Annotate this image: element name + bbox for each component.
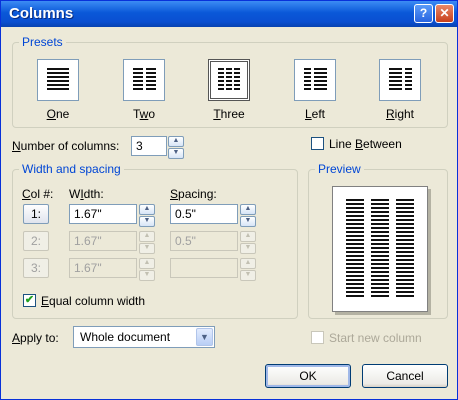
preset-three[interactable]: Three <box>206 59 252 121</box>
number-of-columns-stepper[interactable]: ▲ ▼ <box>168 136 184 159</box>
number-of-columns-label: Number of columns: <box>12 139 120 153</box>
spacing-header: Spacing: <box>170 187 217 201</box>
preset-left-icon[interactable] <box>294 59 336 101</box>
preset-three-label: Three <box>213 107 245 121</box>
spin-down-icon: ▼ <box>240 270 256 281</box>
col-2-spacing-input: 0.5" <box>170 231 238 251</box>
col-1-spacing-stepper[interactable]: ▲ ▼ <box>240 204 256 227</box>
col-1-width-stepper[interactable]: ▲ ▼ <box>139 204 155 227</box>
col-2-button: 2: <box>23 231 49 251</box>
cancel-button[interactable]: Cancel <box>362 364 448 388</box>
col-1-width-input[interactable]: 1.67" <box>69 204 137 224</box>
col-2-spacing-stepper: ▲ ▼ <box>240 231 256 254</box>
presets-group-label: Presets <box>19 35 66 49</box>
help-button[interactable]: ? <box>414 4 433 23</box>
start-new-column-checkbox <box>311 331 324 344</box>
preset-right-label: Right <box>385 107 415 121</box>
spin-down-icon[interactable]: ▼ <box>240 216 256 227</box>
apply-to-value: Whole document <box>80 330 171 344</box>
col-3-spacing-input <box>170 258 238 278</box>
col-number-header: Col #: <box>22 187 54 201</box>
preset-left[interactable]: Left <box>292 59 338 121</box>
line-between-checkbox[interactable] <box>311 137 324 150</box>
spin-up-icon: ▲ <box>240 258 256 269</box>
preset-three-icon[interactable] <box>208 59 250 101</box>
spin-up-icon: ▲ <box>240 231 256 242</box>
apply-to-select[interactable]: Whole document ▼ <box>73 326 215 348</box>
title-bar[interactable]: Columns ? ✕ <box>1 1 457 27</box>
equal-column-width-label[interactable]: Equal column width <box>41 294 145 308</box>
preview-column-3 <box>396 199 414 299</box>
spin-up-icon[interactable]: ▲ <box>168 136 184 147</box>
spin-up-icon: ▲ <box>139 231 155 242</box>
close-button[interactable]: ✕ <box>435 4 454 23</box>
preset-one-label: One <box>46 107 70 121</box>
apply-to-label: Apply to: <box>12 331 59 345</box>
line-between-label[interactable]: Line Between <box>329 137 402 151</box>
preset-right-icon[interactable] <box>379 59 421 101</box>
spin-down-icon[interactable]: ▼ <box>168 148 184 159</box>
start-new-column-label: Start new column <box>329 331 422 345</box>
preset-one[interactable]: One <box>35 59 81 121</box>
spin-up-icon: ▲ <box>139 258 155 269</box>
spin-up-icon[interactable]: ▲ <box>139 204 155 215</box>
preset-one-icon[interactable] <box>37 59 79 101</box>
preset-two-icon[interactable] <box>123 59 165 101</box>
chevron-down-icon[interactable]: ▼ <box>196 328 213 346</box>
preview-page <box>332 186 428 312</box>
width-header: WIdth: <box>69 187 104 201</box>
col-3-width-input: 1.67" <box>69 258 137 278</box>
number-of-columns-input[interactable]: 3 <box>131 136 167 156</box>
col-3-width-stepper: ▲ ▼ <box>139 258 155 281</box>
col-3-button: 3: <box>23 258 49 278</box>
col-2-width-stepper: ▲ ▼ <box>139 231 155 254</box>
preview-column-2 <box>371 199 389 299</box>
col-3-spacing-stepper: ▲ ▼ <box>240 258 256 281</box>
dialog-title: Columns <box>9 5 74 22</box>
spin-down-icon: ▼ <box>240 243 256 254</box>
spin-down-icon[interactable]: ▼ <box>139 216 155 227</box>
ok-button[interactable]: OK <box>265 364 351 388</box>
col-1-button[interactable]: 1: <box>23 204 49 224</box>
preset-left-label: Left <box>304 107 326 121</box>
preview-column-1 <box>346 199 364 299</box>
equal-column-width-checkbox[interactable]: ✔ <box>23 294 36 307</box>
col-1-spacing-input[interactable]: 0.5" <box>170 204 238 224</box>
spin-up-icon[interactable]: ▲ <box>240 204 256 215</box>
columns-dialog: Columns ? ✕ Presets One Two Three Left R… <box>0 0 458 400</box>
col-2-width-input: 1.67" <box>69 231 137 251</box>
preset-two[interactable]: Two <box>121 59 167 121</box>
width-spacing-group-label: Width and spacing <box>19 162 124 176</box>
preset-right[interactable]: Right <box>377 59 423 121</box>
preset-two-label: Two <box>132 107 156 121</box>
spin-down-icon: ▼ <box>139 243 155 254</box>
preview-group-label: Preview <box>315 162 364 176</box>
spin-down-icon: ▼ <box>139 270 155 281</box>
